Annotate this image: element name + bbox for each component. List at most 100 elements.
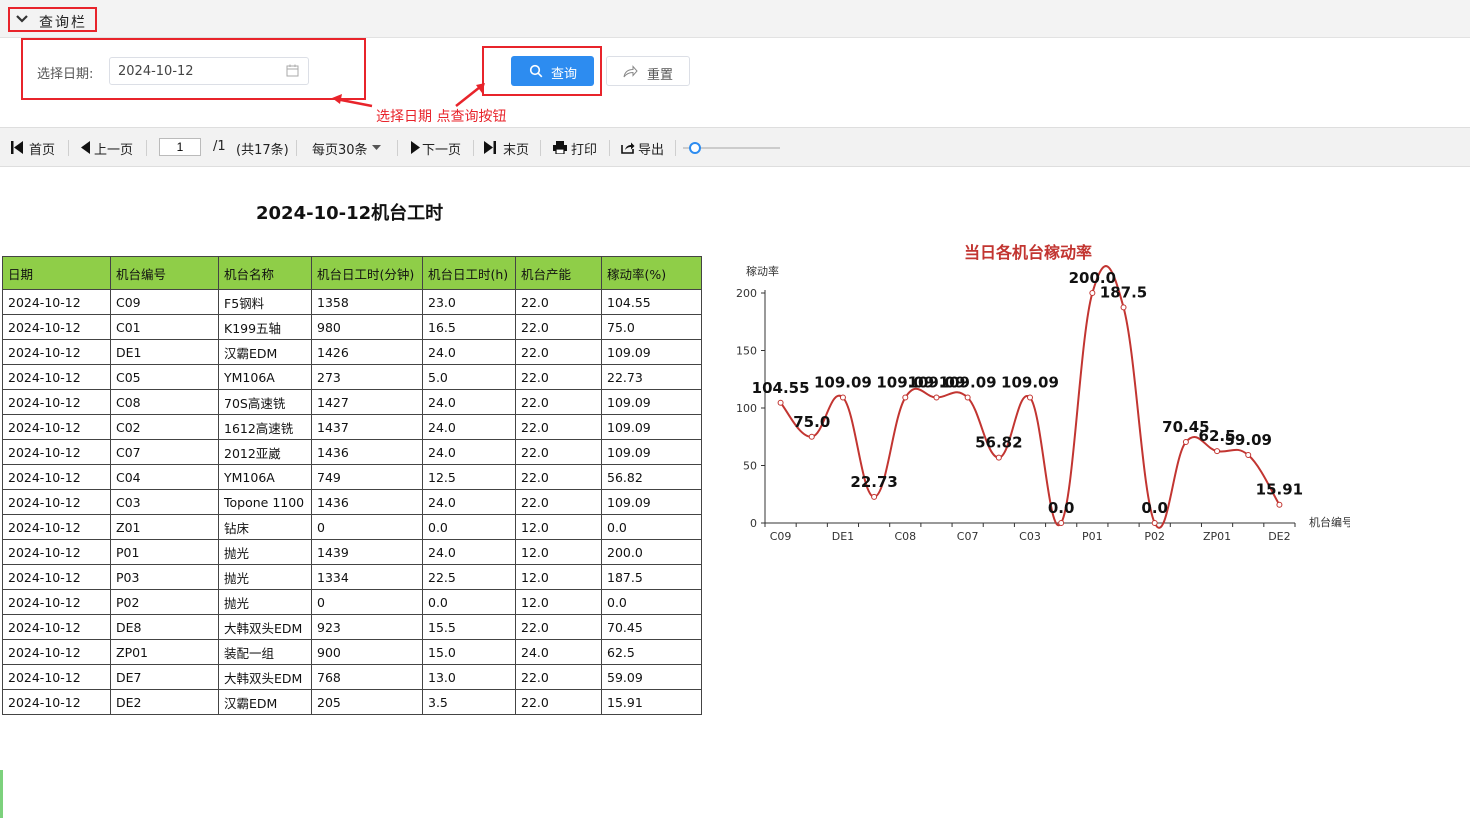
table-cell: DE1 [110,339,219,365]
table-cell: 205 [311,689,423,715]
x-tick-label: C09 [770,530,792,543]
table-cell: 2024-10-12 [2,489,111,515]
table-cell: 187.5 [601,564,702,590]
table-cell: 1439 [311,539,423,565]
x-axis-label: 机台编号 [1309,515,1350,529]
table-row: 2024-10-12 P03 抛光 1334 22.5 12.0 187.5 [2,564,702,590]
table-cell: C02 [110,414,219,440]
table-cell: C01 [110,314,219,340]
table-cell: ZP01 [110,639,219,665]
query-bar-toggle[interactable]: 查询栏 [8,7,97,32]
table-cell: 273 [311,364,423,390]
table-row: 2024-10-12 P02 抛光 0 0.0 12.0 0.0 [2,589,702,615]
table-cell: 1436 [311,439,423,465]
next-page-icon [411,141,420,154]
table-cell: 2024-10-12 [2,464,111,490]
table-row: 2024-10-12 C02 1612高速铣 1437 24.0 22.0 109.09 [2,414,702,440]
data-point [995,454,1002,461]
table-cell: 24.0 [422,414,516,440]
table-cell: 钻床 [218,514,312,540]
toolbar-divider [296,140,297,156]
table-cell: 12.0 [515,589,602,615]
table-header-row: 日期 机台编号 机台名称 机台日工时(分钟) 机台日工时(h) 机台产能 稼动率… [2,256,702,290]
table-row: 2024-10-12 DE2 汉霸EDM 205 3.5 22.0 15.91 [2,689,702,715]
table-cell: 0.0 [422,589,516,615]
data-point [1120,304,1127,311]
date-label: 选择日期: [37,67,94,82]
print-button[interactable]: 打印 [553,139,601,158]
table-cell: 22.0 [515,364,602,390]
toolbar-divider [397,140,398,156]
x-tick-label: P02 [1144,530,1165,543]
utilization-chart: 当日各机台稼动率稼动率机台编号 0 50 100 150 200 C09 DE1 C08 C07 C… [736,243,1350,543]
zoom-slider-handle[interactable] [689,142,701,154]
table-cell: 抛光 [218,589,312,615]
table-cell: C04 [110,464,219,490]
table-cell: 22.0 [515,414,602,440]
table-cell: 2012亚崴 [218,439,312,465]
table-cell: 抛光 [218,564,312,590]
table-cell: 24.0 [422,389,516,415]
table-cell: 109.09 [601,414,702,440]
prev-page-icon [81,141,90,154]
table-cell: 980 [311,314,423,340]
table-row: 2024-10-12 C04 YM106A 749 12.5 22.0 56.82 [2,464,702,490]
table-cell: Topone 1100 [218,489,312,515]
data-point [1245,452,1252,459]
table-cell: 2024-10-12 [2,614,111,640]
data-point [964,394,971,401]
prev-page-button[interactable]: 上一页 [80,139,136,158]
table-row: 2024-10-12 P01 抛光 1439 24.0 12.0 200.0 [2,539,702,565]
query-button[interactable]: 查询 [511,56,594,86]
table-cell: 16.5 [422,314,516,340]
calendar-icon[interactable] [286,64,299,77]
table-row: 2024-10-12 C05 YM106A 273 5.0 22.0 22.73 [2,364,702,390]
table-cell: 109.09 [601,489,702,515]
table-cell: 923 [311,614,423,640]
export-button[interactable]: 导出 [621,139,669,158]
data-point [808,433,815,440]
table-cell: 1436 [311,489,423,515]
reset-button-label: 重置 [647,67,674,82]
y-axis-label: 稼动率 [746,264,779,278]
last-page-button[interactable]: 末页 [484,139,532,158]
share-arrow-icon [623,65,638,78]
data-point [777,399,784,406]
table-cell: 24.0 [422,339,516,365]
table-cell: Z01 [110,514,219,540]
chevron-down-icon [16,15,28,23]
table-cell: 22.0 [515,464,602,490]
print-label: 打印 [571,143,598,158]
table-cell: 2024-10-12 [2,364,111,390]
table-cell: 2024-10-12 [2,389,111,415]
x-tick-label: DE1 [832,530,854,543]
table-cell: 24.0 [515,639,602,665]
toolbar-divider [675,140,676,156]
table-cell: 3.5 [422,689,516,715]
table-cell: 200.0 [601,539,702,565]
data-point [1214,448,1221,455]
toolbar-divider [473,140,474,156]
first-page-button[interactable]: 首页 [11,139,59,158]
table-cell: 22.0 [515,439,602,465]
table-cell: 12.0 [515,564,602,590]
column-header: 机台日工时(分钟) [311,256,423,290]
data-point [933,394,940,401]
table-cell: 22.0 [515,689,602,715]
toolbar-divider [146,140,147,156]
table-cell: 2024-10-12 [2,564,111,590]
table-cell: 12.5 [422,464,516,490]
last-page-label: 末页 [503,143,530,158]
table-row: 2024-10-12 DE7 大韩双头EDM 768 13.0 22.0 59.09 [2,664,702,690]
table-cell: 13.0 [422,664,516,690]
date-input[interactable] [109,57,309,85]
page-size-label: 每页30条 [312,143,368,158]
table-row: 2024-10-12 C03 Topone 1100 1436 24.0 22.0 109.… [2,489,702,515]
column-header: 机台产能 [515,256,602,290]
page-number-input[interactable] [159,138,201,156]
page-total: /1 [213,139,226,154]
page-size-select[interactable]: 每页30条 [312,139,384,158]
next-page-button[interactable]: 下一页 [411,139,467,158]
first-page-icon [11,141,23,154]
reset-button[interactable]: 重置 [606,56,690,86]
